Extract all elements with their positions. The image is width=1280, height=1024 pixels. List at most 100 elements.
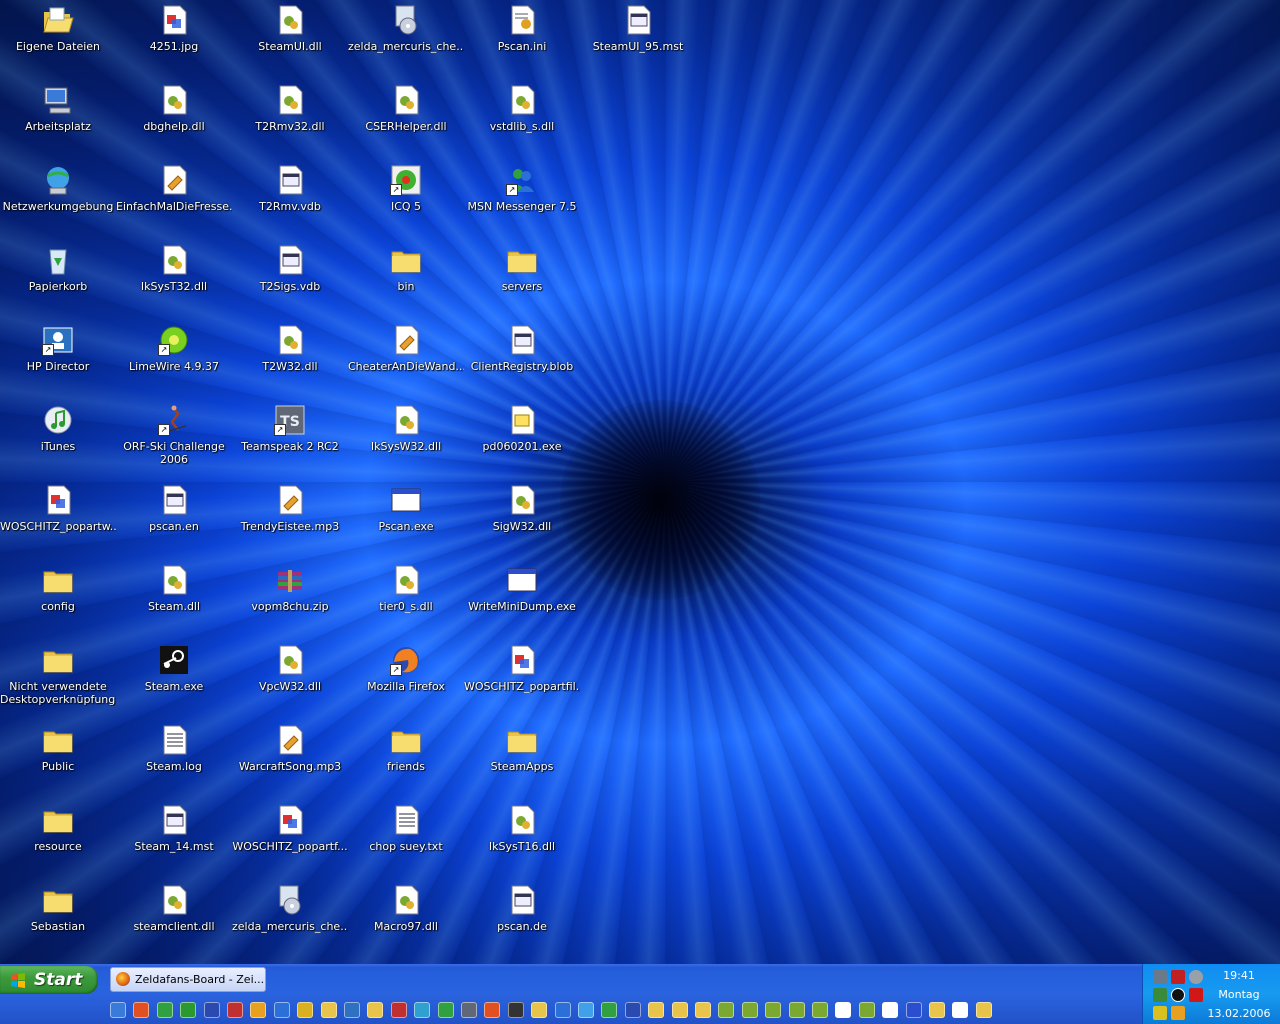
quick-launch-icon[interactable]: [484, 1002, 501, 1018]
desktop-icon[interactable]: CSERHelper.dll: [348, 82, 464, 158]
desktop-icon[interactable]: SteamApps: [464, 722, 580, 798]
quick-launch-icon[interactable]: [624, 1002, 641, 1018]
app-tray-icon[interactable]: [1153, 988, 1167, 1002]
desktop-icon[interactable]: IkSysW32.dll: [348, 402, 464, 478]
ati-tray-icon[interactable]: [1189, 988, 1203, 1002]
desktop-icon[interactable]: Sebastian: [0, 882, 116, 958]
desktop-icon[interactable]: SteamUI_95.mst: [580, 2, 696, 78]
task-button-firefox[interactable]: Zeldafans-Board - Zei...: [110, 967, 266, 992]
quick-launch-icon[interactable]: [952, 1002, 969, 1018]
desktop-icon[interactable]: chop suey.txt: [348, 802, 464, 878]
desktop-icon[interactable]: EinfachMalDieFresse...: [116, 162, 232, 238]
quick-launch-icon[interactable]: [250, 1002, 267, 1018]
quick-launch-icon[interactable]: [507, 1002, 524, 1018]
quick-launch-icon[interactable]: [929, 1002, 945, 1018]
desktop-icon[interactable]: T2Rmv32.dll: [232, 82, 348, 158]
security-tray-icon[interactable]: [1171, 970, 1185, 984]
desktop-icon[interactable]: iTunes: [0, 402, 116, 478]
quick-launch-icon[interactable]: [344, 1002, 360, 1018]
quick-launch-icon[interactable]: [390, 1002, 407, 1018]
desktop-icon[interactable]: bin: [348, 242, 464, 318]
desktop-icon[interactable]: steamclient.dll: [116, 882, 232, 958]
desktop-icon[interactable]: IkSysT32.dll: [116, 242, 232, 318]
quick-launch-icon[interactable]: [835, 1002, 852, 1018]
desktop-icon[interactable]: Macro97.dll: [348, 882, 464, 958]
desktop-icon[interactable]: Pscan.ini: [464, 2, 580, 78]
desktop-icon[interactable]: T2Sigs.vdb: [232, 242, 348, 318]
quick-launch-icon[interactable]: [531, 1002, 548, 1018]
quick-launch-icon[interactable]: [718, 1002, 735, 1018]
desktop-icon[interactable]: servers: [464, 242, 580, 318]
desktop-icon[interactable]: Steam.dll: [116, 562, 232, 638]
volume-tray-icon[interactable]: [1189, 970, 1203, 984]
desktop-icon[interactable]: SteamUI.dll: [232, 2, 348, 78]
desktop-icon[interactable]: ↗ HP Director: [0, 322, 116, 398]
desktop-icon[interactable]: Pscan.exe: [348, 482, 464, 558]
desktop-icon[interactable]: Eigene Dateien: [0, 2, 116, 78]
quick-launch-icon[interactable]: [975, 1002, 992, 1018]
clock-time[interactable]: 19:41: [1203, 969, 1275, 982]
quick-launch-icon[interactable]: [765, 1002, 782, 1018]
desktop-icon[interactable]: WOSCHITZ_popartfil...: [464, 642, 580, 718]
quick-launch-icon[interactable]: [648, 1002, 665, 1018]
desktop-icon[interactable]: TrendyEistee.mp3: [232, 482, 348, 558]
quick-launch-icon[interactable]: [227, 1002, 243, 1018]
quick-launch-icon[interactable]: [695, 1002, 711, 1018]
network-tray-icon[interactable]: [1153, 970, 1167, 984]
desktop-icon[interactable]: ↗ ORF-Ski Challenge 2006: [116, 402, 232, 478]
desktop-icon[interactable]: ↗ ICQ 5: [348, 162, 464, 238]
desktop-icon[interactable]: resource: [0, 802, 116, 878]
quick-launch-icon[interactable]: [882, 1002, 899, 1018]
quick-launch-icon[interactable]: [273, 1002, 290, 1018]
quick-launch-icon[interactable]: [788, 1002, 805, 1018]
desktop-icon[interactable]: T2Rmv.vdb: [232, 162, 348, 238]
desktop-icon[interactable]: vopm8chu.zip: [232, 562, 348, 638]
desktop-icon[interactable]: pscan.en: [116, 482, 232, 558]
quick-launch-icon[interactable]: [858, 1002, 875, 1018]
desktop-icon[interactable]: vstdlib_s.dll: [464, 82, 580, 158]
desktop-icon[interactable]: SigW32.dll: [464, 482, 580, 558]
desktop-icon[interactable]: WOSCHITZ_popartw...: [0, 482, 116, 558]
desktop-icon[interactable]: CheaterAnDieWand...: [348, 322, 464, 398]
quick-launch-icon[interactable]: [297, 1002, 314, 1018]
desktop-icon[interactable]: friends: [348, 722, 464, 798]
quick-launch-icon[interactable]: [741, 1002, 758, 1018]
quick-launch-icon[interactable]: [578, 1002, 594, 1018]
desktop-icon[interactable]: TS ↗ Teamspeak 2 RC2: [232, 402, 348, 478]
quick-launch-icon[interactable]: [180, 1002, 197, 1018]
desktop-icon[interactable]: ↗ MSN Messenger 7.5: [464, 162, 580, 238]
start-button[interactable]: Start: [0, 966, 98, 994]
desktop-icon[interactable]: ClientRegistry.blob: [464, 322, 580, 398]
desktop-icon[interactable]: VpcW32.dll: [232, 642, 348, 718]
desktop-icon[interactable]: Steam.exe: [116, 642, 232, 718]
quick-launch-icon[interactable]: [812, 1002, 828, 1018]
desktop-icon[interactable]: dbghelp.dll: [116, 82, 232, 158]
desktop-icon[interactable]: IkSysT16.dll: [464, 802, 580, 878]
flag-tray-icon[interactable]: [1153, 1006, 1167, 1020]
quick-launch-icon[interactable]: [156, 1002, 173, 1018]
desktop-icon[interactable]: zelda_mercuris_che...: [348, 2, 464, 78]
quick-launch-icon[interactable]: [320, 1002, 337, 1018]
quick-launch-icon[interactable]: [461, 1002, 477, 1018]
quick-launch-icon[interactable]: [437, 1002, 454, 1018]
desktop-icon[interactable]: tier0_s.dll: [348, 562, 464, 638]
desktop-icon[interactable]: Public: [0, 722, 116, 798]
desktop-icon[interactable]: Arbeitsplatz: [0, 82, 116, 158]
desktop-icon[interactable]: Steam.log: [116, 722, 232, 798]
desktop-icon[interactable]: pscan.de: [464, 882, 580, 958]
quick-launch-icon[interactable]: [905, 1002, 922, 1018]
desktop-icon[interactable]: WOSCHITZ_popartf...: [232, 802, 348, 878]
pencil-tray-icon[interactable]: [1171, 1006, 1185, 1020]
desktop-icon[interactable]: Steam_14.mst: [116, 802, 232, 878]
desktop-icon[interactable]: 4251.jpg: [116, 2, 232, 78]
quick-launch-icon[interactable]: [414, 1002, 431, 1018]
desktop-icon[interactable]: ↗ LimeWire 4.9.37: [116, 322, 232, 398]
quick-launch-icon[interactable]: [133, 1002, 150, 1018]
desktop-icon[interactable]: Netzwerkumgebung: [0, 162, 116, 238]
desktop-icon[interactable]: Nicht verwendete Desktopverknüpfungen: [0, 642, 116, 718]
desktop-icon[interactable]: T2W32.dll: [232, 322, 348, 398]
media-tray-icon[interactable]: [1171, 988, 1185, 1002]
quick-launch-icon[interactable]: [671, 1002, 688, 1018]
desktop-icon[interactable]: WriteMiniDump.exe: [464, 562, 580, 638]
quick-launch-icon[interactable]: [367, 1002, 384, 1018]
